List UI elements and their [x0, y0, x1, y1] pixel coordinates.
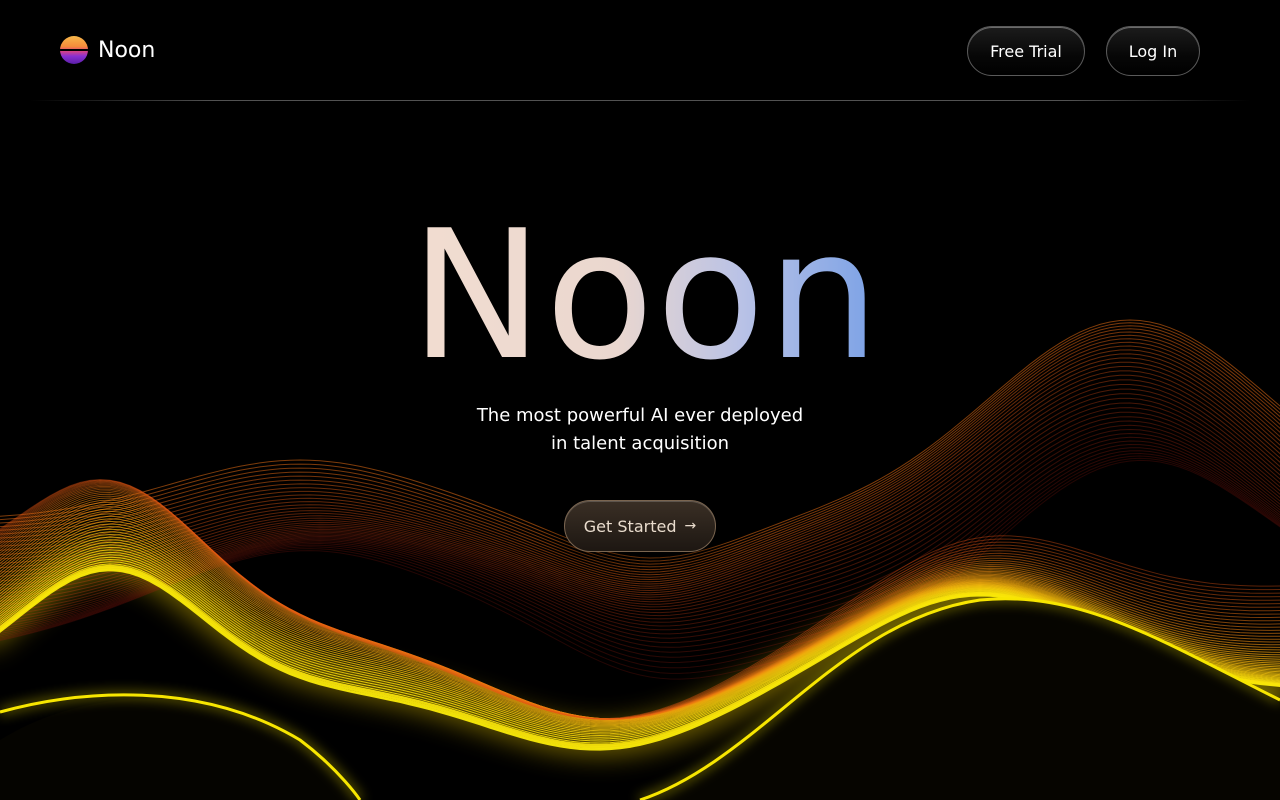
sunset-sphere-icon	[60, 36, 88, 64]
header-divider	[30, 100, 1250, 101]
free-trial-button[interactable]: Free Trial	[967, 26, 1085, 76]
get-started-label: Get Started	[583, 516, 677, 536]
wave-background	[0, 319, 1280, 800]
get-started-button[interactable]: Get Started →	[564, 500, 716, 552]
hero-subtitle-line-1: The most powerful AI ever deployed	[476, 405, 804, 426]
hero-title-container: Noon	[410, 192, 882, 399]
dark-hill-left	[0, 698, 360, 800]
hero-title: Noon	[410, 192, 882, 399]
arrow-right-icon: →	[684, 518, 697, 534]
site-header: Noon Free Trial Log In	[0, 0, 1280, 101]
brand-name: Noon	[98, 37, 156, 63]
brand-logo[interactable]: Noon	[60, 35, 155, 65]
hero-subtitle-line-2: in talent acquisition	[550, 433, 730, 454]
login-button[interactable]: Log In	[1106, 26, 1200, 76]
